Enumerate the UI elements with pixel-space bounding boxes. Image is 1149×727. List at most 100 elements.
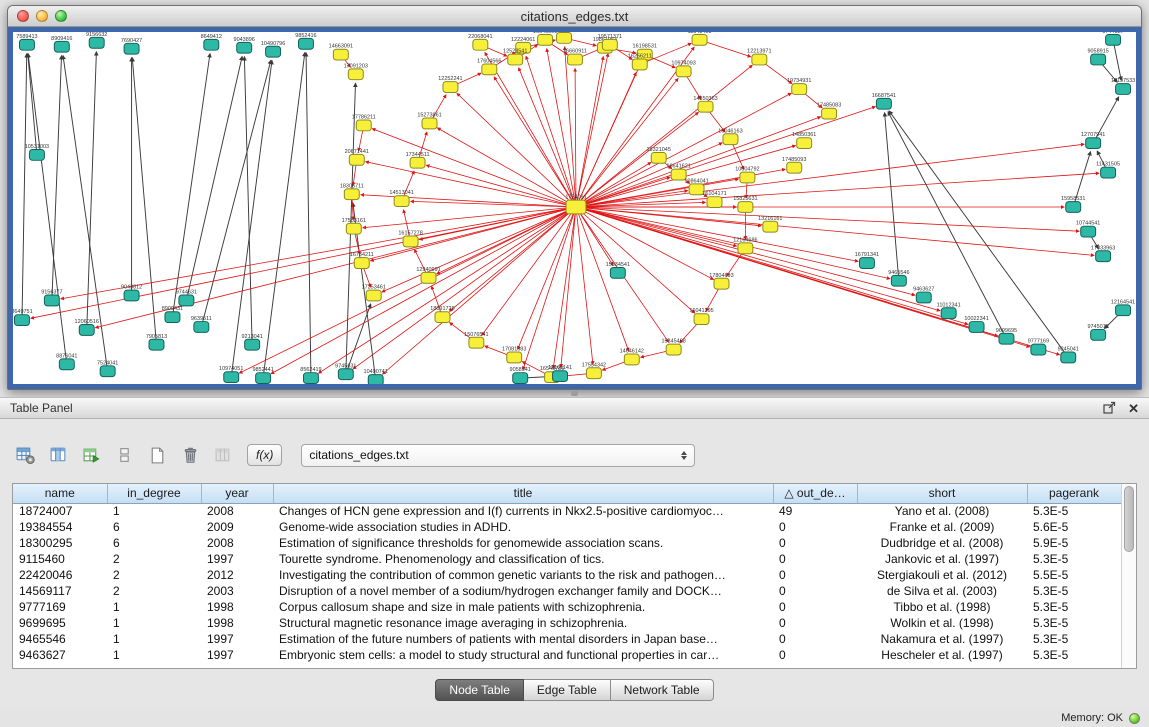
graph-node[interactable] [303,373,318,384]
cell-out_de[interactable]: 0 [773,551,857,567]
table-vertical-scrollbar[interactable] [1121,484,1136,668]
graph-node[interactable] [194,322,209,333]
graph-node[interactable] [602,39,617,50]
cell-year[interactable]: 2008 [201,503,273,519]
graph-node[interactable] [822,108,837,119]
graph-node[interactable] [179,295,194,306]
cell-in_degree[interactable]: 1 [107,631,201,647]
row-options-icon[interactable] [111,443,137,467]
cell-out_de[interactable]: 0 [773,567,857,583]
graph-node[interactable] [224,372,239,383]
graph-node[interactable] [346,223,361,234]
column-header-short[interactable]: short [857,484,1027,503]
cell-year[interactable]: 2012 [201,567,273,583]
graph-node[interactable] [469,337,484,348]
network-canvas[interactable]: 1724091158256311216468617804693160412951… [13,32,1136,384]
graph-node[interactable] [624,354,639,365]
graph-edge[interactable] [575,68,576,207]
graph-edge[interactable] [437,128,576,207]
graph-node[interactable] [298,38,313,49]
cell-pagerank[interactable]: 5.3E-5 [1027,503,1121,519]
graph-node[interactable] [1031,344,1046,355]
cell-name[interactable]: 9465546 [13,631,107,647]
cell-short[interactable]: Dudbridge et al. (2008) [857,535,1027,551]
cell-year[interactable]: 1997 [201,631,273,647]
cell-short[interactable]: Stergiakouli et al. (2012) [857,567,1027,583]
cell-out_de[interactable]: 0 [773,647,857,663]
cell-title[interactable]: Changes of HCN gene expression and I(f) … [273,503,773,519]
graph-node[interactable] [692,34,707,45]
column-header-year[interactable]: year [201,484,273,503]
graph-edge[interactable] [526,56,576,207]
cell-title[interactable]: Estimation of the future numbers of pati… [273,631,773,647]
memory-status-led[interactable] [1129,713,1140,724]
graph-node[interactable] [204,39,219,50]
graph-node[interactable] [969,322,984,333]
delete-columns-icon[interactable] [210,443,236,467]
cell-out_de[interactable]: 0 [773,631,857,647]
cell-in_degree[interactable]: 2 [107,551,201,567]
graph-node[interactable] [787,162,802,173]
cell-pagerank[interactable]: 5.6E-5 [1027,519,1121,535]
cell-title[interactable]: Corpus callosum shape and size in male p… [273,599,773,615]
cell-in_degree[interactable]: 6 [107,535,201,551]
graph-node[interactable] [443,82,458,93]
window-close-button[interactable] [17,10,29,22]
cell-year[interactable]: 1998 [201,599,273,615]
cell-short[interactable]: Tibbo et al. (1998) [857,599,1027,615]
cell-title[interactable]: Embryonic stem cells: a model to study s… [273,647,773,663]
column-header-title[interactable]: title [273,484,773,503]
cell-year[interactable]: 1997 [201,551,273,567]
table-row[interactable]: 1872400712008Changes of HCN gene express… [13,503,1121,519]
cell-in_degree[interactable]: 2 [107,567,201,583]
graph-edge[interactable] [52,56,62,301]
graph-edge[interactable] [186,56,242,300]
column-header-name[interactable]: name [13,484,107,503]
graph-node[interactable] [344,189,359,200]
graph-node[interactable] [124,43,139,54]
cell-pagerank[interactable]: 5.3E-5 [1027,583,1121,599]
graph-node[interactable] [59,359,74,370]
graph-node[interactable] [707,197,722,208]
cell-out_de[interactable]: 49 [773,503,857,519]
graph-node[interactable] [792,84,807,95]
window-zoom-button[interactable] [55,10,67,22]
graph-node[interactable] [44,295,59,306]
graph-node[interactable] [394,196,409,207]
graph-node[interactable] [723,134,738,145]
tab-network-table[interactable]: Network Table [611,679,714,701]
graph-node[interactable] [356,120,371,131]
cell-year[interactable]: 2003 [201,583,273,599]
graph-node[interactable] [100,366,115,377]
graph-node[interactable] [368,375,383,384]
graph-node[interactable] [1066,202,1081,213]
scrollbar-thumb[interactable] [1124,486,1134,552]
graph-node[interactable] [482,64,497,75]
create-table-icon[interactable] [144,443,170,467]
graph-node[interactable] [237,42,252,53]
graph-node[interactable] [349,154,364,165]
graph-edge[interactable] [482,207,576,336]
tab-node-table[interactable]: Node Table [435,679,524,701]
graph-node[interactable] [876,98,891,109]
graph-node[interactable] [714,278,729,289]
cell-short[interactable]: Wolkin et al. (1998) [857,615,1027,631]
graph-node[interactable] [348,69,363,80]
graph-node[interactable] [916,292,931,303]
graph-node[interactable] [1101,167,1116,178]
cell-in_degree[interactable]: 1 [107,647,201,663]
graph-node[interactable] [1091,329,1106,340]
graph-edge[interactable] [132,58,156,345]
table-row[interactable]: 977716911998Corpus callosum shape and si… [13,599,1121,615]
cell-title[interactable]: Genome-wide association studies in ADHD. [273,519,773,535]
graph-node[interactable] [538,34,553,45]
window-titlebar[interactable]: citations_edges.txt [8,6,1141,27]
graph-node[interactable] [610,267,625,278]
graph-node[interactable] [1116,84,1131,95]
cell-short[interactable]: Jankovic et al. (1997) [857,551,1027,567]
graph-node[interactable] [29,149,44,160]
graph-node[interactable] [1061,352,1076,363]
window-minimize-button[interactable] [36,10,48,22]
cell-out_de[interactable]: 0 [773,583,857,599]
graph-edge[interactable] [31,207,576,318]
